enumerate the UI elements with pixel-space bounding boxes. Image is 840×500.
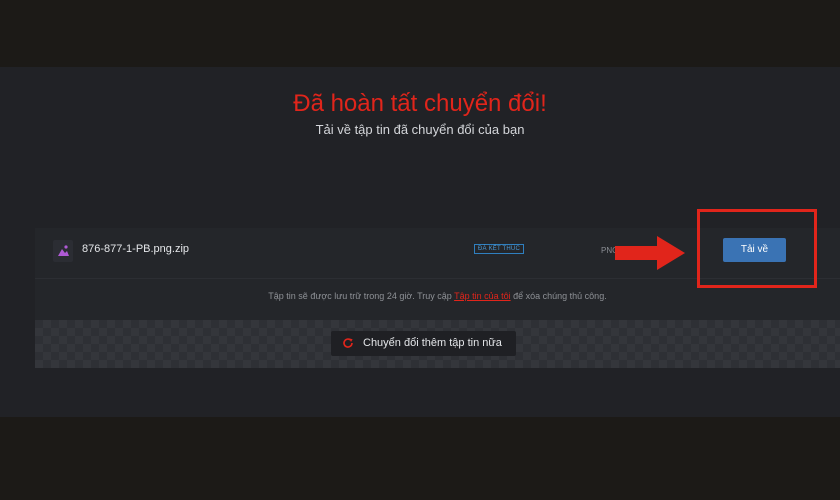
info-text-after: để xóa chúng thủ công. (510, 291, 607, 301)
my-files-link[interactable]: Tập tin của tôi (454, 291, 511, 301)
convert-more-label: Chuyển đổi thêm tập tin nữa (363, 337, 502, 349)
page-subtitle: Tải về tập tin đã chuyển đổi của bạn (315, 122, 525, 137)
info-text-before: Tập tin sẽ được lưu trữ trong 24 giờ. Tr… (268, 291, 455, 301)
refresh-icon (342, 337, 354, 352)
file-name: 876-877-1-PB.png.zip (82, 243, 190, 255)
image-file-icon (53, 240, 73, 262)
retention-info-text: Tập tin sẽ được lưu trữ trong 24 giờ. Tr… (35, 291, 840, 301)
highlight-box (697, 209, 817, 288)
status-badge: ĐÃ KẾT THÚC (474, 244, 524, 254)
convert-more-area: Chuyển đổi thêm tập tin nữa (35, 320, 840, 368)
arrow-pointer-icon (615, 236, 687, 275)
page-title: Đã hoàn tất chuyển đổi! (293, 90, 547, 117)
convert-more-button[interactable]: Chuyển đổi thêm tập tin nữa (331, 331, 516, 356)
bottom-band (0, 417, 840, 500)
top-band (0, 0, 840, 67)
